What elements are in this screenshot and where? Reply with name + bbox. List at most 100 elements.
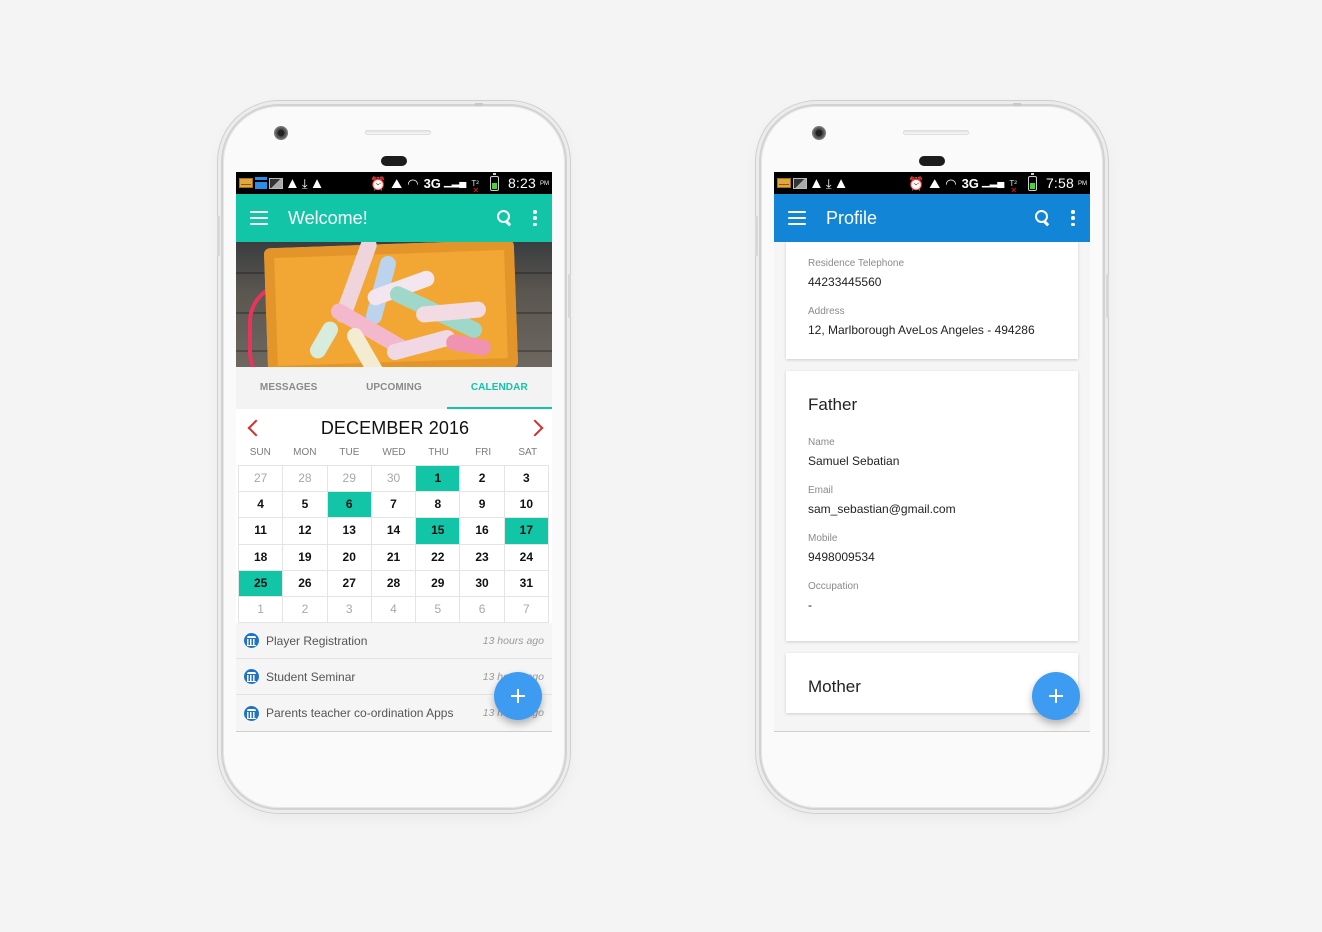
menu-icon[interactable] — [250, 211, 268, 225]
chevron-right-icon[interactable] — [530, 418, 544, 438]
weekday-label: SAT — [518, 447, 538, 458]
calendar-day[interactable]: 4 — [371, 596, 417, 624]
clock: 7:58 — [1045, 175, 1074, 191]
alarm-icon: ⏰ — [370, 175, 387, 191]
calendar-day[interactable]: 8 — [416, 492, 461, 519]
institution-icon — [244, 705, 259, 721]
weekday-label: TUE — [339, 447, 360, 458]
event-timestamp: 13 hours ago — [482, 634, 544, 647]
calendar-day[interactable]: 3 — [327, 596, 372, 624]
volume-button — [755, 216, 758, 256]
field-email: Email sam_sebastian@gmail.com — [808, 485, 1056, 516]
power-button — [1106, 274, 1109, 318]
menu-icon[interactable] — [788, 211, 806, 225]
calendar-day[interactable]: 12 — [283, 518, 328, 545]
father-card: Father Name Samuel Sebatian Email sam_se… — [786, 371, 1078, 641]
field-value: Samuel Sebatian — [808, 454, 900, 468]
page-title: Profile — [826, 207, 878, 228]
field-label: Name — [808, 437, 835, 448]
tab-bar: MESSAGES UPCOMING CALENDAR — [236, 367, 552, 409]
calendar-day[interactable]: 7 — [371, 492, 417, 519]
calendar-day[interactable]: 14 — [371, 518, 417, 545]
add-button[interactable] — [1032, 672, 1080, 720]
calendar-day-event[interactable]: 6 — [327, 492, 372, 519]
image-icon — [269, 177, 283, 189]
calendar-day-event[interactable]: 1 — [416, 466, 461, 493]
app-icon — [255, 177, 267, 189]
calendar-day[interactable]: 13 — [327, 518, 372, 545]
wifi-icon: ◠ — [407, 175, 419, 191]
calendar-day[interactable]: 27 — [327, 570, 372, 597]
calendar-day[interactable]: 24 — [504, 544, 549, 571]
status-bar: ▲ ⤓ ▲ ⏰ ⛰ ◠ 3G ▁▂▄ T² ✕ 7:58 PM — [774, 172, 1090, 195]
chevron-left-icon[interactable] — [246, 418, 260, 438]
calendar-day[interactable]: 5 — [283, 492, 328, 519]
hero-image-chalk — [236, 242, 552, 367]
phone-frame-left: ▲ ⤓ ▲ ⏰ ⛰ ◠ 3G ▁▂▄ T²✕ 8:23 PM Welcome! — [217, 103, 571, 810]
status-bar: ▲ ⤓ ▲ ⏰ ⛰ ◠ 3G ▁▂▄ T² ✕ 8:23 PM — [236, 172, 552, 195]
page-title: Welcome! — [288, 207, 368, 228]
image-icon — [793, 177, 807, 189]
calendar-day[interactable]: 30 — [371, 466, 417, 493]
calendar-day[interactable]: 19 — [283, 544, 328, 571]
calendar-day[interactable]: 26 — [283, 570, 328, 597]
calendar-day[interactable]: 21 — [371, 544, 417, 571]
warning-icon: ▲ — [833, 174, 849, 192]
calendar-day[interactable]: 6 — [460, 596, 505, 624]
more-options-icon[interactable] — [532, 210, 538, 226]
screen-profile: ▲ ⤓ ▲ ⏰ ⛰ ◠ 3G ▁▂▄ T²✕ 7:58 PM Profile — [774, 172, 1090, 732]
search-icon[interactable] — [494, 207, 516, 229]
event-title: Player Registration — [266, 633, 368, 648]
calendar-day[interactable]: 5 — [416, 596, 461, 624]
calendar-day[interactable]: 22 — [416, 544, 461, 571]
sim-icon: T² ✕ — [471, 178, 480, 195]
photo-icon: ⛰ — [391, 175, 403, 191]
tab-calendar[interactable]: CALENDAR — [446, 367, 552, 409]
calendar-day[interactable]: 31 — [504, 570, 549, 597]
calendar-day[interactable]: 27 — [239, 466, 284, 493]
calendar-day[interactable]: 1 — [239, 596, 284, 624]
earpiece-speaker — [903, 130, 969, 135]
event-list-item[interactable]: Player Registration 13 hours ago — [236, 623, 552, 660]
calendar-day[interactable]: 18 — [239, 544, 284, 571]
profile-scroll-area[interactable]: Residence Telephone 44233445560 Address … — [774, 242, 1090, 731]
calendar-day-event[interactable]: 25 — [239, 570, 284, 597]
card-title: Mother — [808, 677, 861, 696]
search-icon[interactable] — [1032, 207, 1054, 229]
calendar-day[interactable]: 23 — [460, 544, 505, 571]
weekday-header: SUN MON TUE WED THU FRI SAT — [236, 447, 552, 461]
phone-top-notch — [1013, 103, 1021, 106]
calendar-day[interactable]: 4 — [239, 492, 284, 519]
calendar-day[interactable]: 11 — [239, 518, 284, 545]
calendar-day[interactable]: 29 — [327, 466, 372, 493]
calendar-month-label: DECEMBER 2016 — [320, 417, 470, 438]
weekday-label: SUN — [249, 447, 271, 458]
field-value: 9498009534 — [808, 550, 875, 564]
warning-icon: ▲ — [285, 174, 300, 192]
calendar-day[interactable]: 20 — [327, 544, 372, 571]
add-button[interactable] — [494, 672, 542, 720]
calendar-day[interactable]: 2 — [283, 596, 328, 624]
warning-icon: ▲ — [809, 174, 824, 192]
tab-upcoming[interactable]: UPCOMING — [341, 367, 446, 409]
battery-icon — [489, 172, 499, 191]
calendar-day[interactable]: 16 — [460, 518, 505, 545]
tab-messages[interactable]: MESSAGES — [236, 367, 341, 409]
calendar-day[interactable]: 3 — [504, 466, 549, 493]
calendar-day[interactable]: 28 — [371, 570, 417, 597]
calendar-day-event[interactable]: 15 — [416, 518, 461, 545]
calendar-day[interactable]: 10 — [504, 492, 549, 519]
calendar-day[interactable]: 2 — [460, 466, 505, 493]
calendar-day[interactable]: 7 — [504, 596, 549, 624]
app-bar: Profile — [774, 194, 1090, 242]
more-options-icon[interactable] — [1070, 210, 1076, 226]
institution-icon — [244, 633, 259, 649]
calendar-day[interactable]: 28 — [283, 466, 328, 493]
screen-welcome: ▲ ⤓ ▲ ⏰ ⛰ ◠ 3G ▁▂▄ T²✕ 8:23 PM Welcome! — [236, 172, 552, 732]
calendar-day[interactable]: 30 — [460, 570, 505, 597]
calendar-day[interactable]: 29 — [416, 570, 461, 597]
calendar-day-event[interactable]: 17 — [504, 518, 549, 545]
calendar-day[interactable]: 9 — [460, 492, 505, 519]
mail-icon — [777, 178, 791, 188]
weekday-label: THU — [428, 447, 449, 458]
